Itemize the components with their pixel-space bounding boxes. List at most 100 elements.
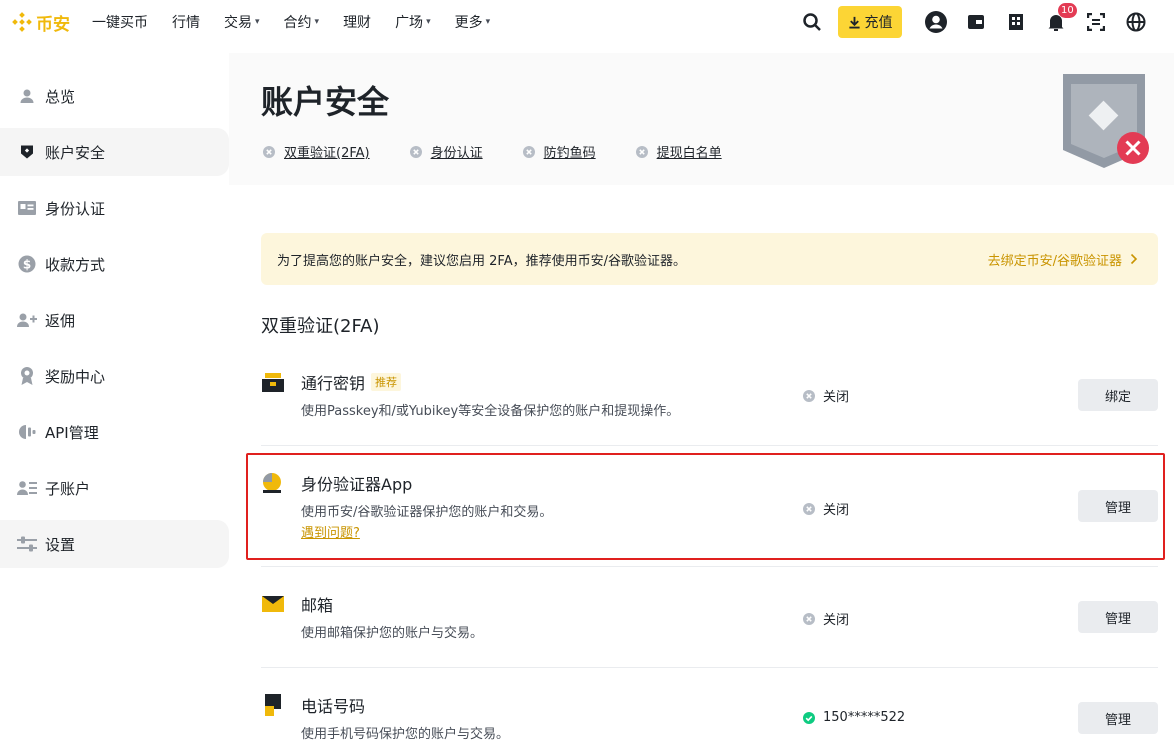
sidebar-item-referral[interactable]: 返佣 <box>0 296 229 344</box>
add-user-icon <box>17 310 37 330</box>
security-header: 账户安全 双重验证(2FA) 身份认证 防钓鱼码 提现白名单 <box>229 53 1174 185</box>
profile-button[interactable] <box>916 6 956 38</box>
sidebar-item-label: 账户安全 <box>45 143 106 162</box>
nav-markets[interactable]: 行情 <box>172 12 200 32</box>
chevron-down-icon: ▾ <box>426 17 431 27</box>
x-circle-icon <box>522 145 535 158</box>
row-title: 邮箱 <box>301 592 333 616</box>
bind-authenticator-link[interactable]: 去绑定币安/谷歌验证器 <box>988 250 1138 269</box>
globe-icon <box>1126 12 1146 32</box>
manage-phone-button[interactable]: 管理 <box>1078 702 1158 734</box>
nav-earn[interactable]: 理财 <box>343 12 371 32</box>
sidebar-item-subaccount[interactable]: 子账户 <box>0 464 229 512</box>
nav-label: 更多 <box>454 15 483 31</box>
chevron-down-icon: ▾ <box>485 17 491 27</box>
divider <box>261 445 1158 446</box>
chevron-down-icon: ▾ <box>314 17 320 27</box>
status-text: 150*****522 <box>823 710 906 725</box>
orders-icon <box>1009 14 1023 30</box>
passkey-icon <box>262 373 284 392</box>
sidebar-item-label: 设置 <box>45 535 76 554</box>
id-card-icon <box>17 198 37 218</box>
sidebar-item-api[interactable]: API管理 <box>0 408 229 456</box>
row-description: 使用Passkey和/或Yubikey等安全设备保护您的账户和提现操作。 <box>301 404 680 419</box>
alert-message: 为了提高您的账户安全，建议您启用 2FA，推荐使用币安/谷歌验证器。 <box>277 253 686 269</box>
nav-label: 广场 <box>395 15 424 31</box>
x-circle-icon <box>635 145 648 158</box>
check-2fa[interactable]: 双重验证(2FA) <box>263 142 370 161</box>
row-status: 关闭 <box>803 609 849 628</box>
bind-passkey-button[interactable]: 绑定 <box>1078 379 1158 411</box>
wallet-icon <box>968 15 984 29</box>
check-label: 防钓鱼码 <box>543 146 596 161</box>
deposit-button[interactable]: 充值 <box>838 6 902 38</box>
nav-buy-crypto[interactable]: 一键买币 <box>92 12 148 32</box>
download-icon <box>848 16 860 29</box>
svg-text:$: $ <box>23 258 31 272</box>
sidebar-item-payment[interactable]: $ 收款方式 <box>0 240 229 288</box>
divider <box>261 667 1158 668</box>
nav-trade[interactable]: 交易 ▾ <box>224 12 260 32</box>
notification-badge: 10 <box>1058 3 1077 18</box>
sidebar-item-identity[interactable]: 身份认证 <box>0 184 229 232</box>
nav-label: 一键买币 <box>92 15 148 31</box>
manage-email-button[interactable]: 管理 <box>1078 601 1158 633</box>
row-title-text: 通行密钥 <box>301 374 366 393</box>
api-icon <box>17 422 37 442</box>
sidebar-item-rewards[interactable]: 奖励中心 <box>0 352 229 400</box>
sliders-icon <box>17 534 37 554</box>
user-circle-icon <box>925 11 947 33</box>
language-button[interactable] <box>1116 6 1156 38</box>
download-app-button[interactable] <box>1076 6 1116 38</box>
row-passkey: 通行密钥 推荐 使用Passkey和/或Yubikey等安全设备保护您的账户和提… <box>261 370 1158 430</box>
logo-text: 币安 <box>36 14 70 35</box>
top-right-actions: 充值 10 <box>792 3 1156 38</box>
security-status-shield-icon <box>1063 74 1149 168</box>
row-email: 邮箱 使用邮箱保护您的账户与交易。 关闭 管理 <box>261 592 1158 642</box>
medal-icon <box>17 366 37 386</box>
x-circle-icon <box>803 612 815 625</box>
chevron-down-icon: ▾ <box>255 17 260 27</box>
row-title: 电话号码 <box>301 693 365 717</box>
search-icon <box>803 13 821 31</box>
sidebar-item-settings[interactable]: 设置 <box>0 520 229 568</box>
check-label: 身份认证 <box>430 146 483 161</box>
nav-futures[interactable]: 合约 ▾ <box>284 12 320 32</box>
check-label: 双重验证(2FA) <box>284 146 370 161</box>
nav-square[interactable]: 广场 ▾ <box>395 12 431 32</box>
recommended-badge: 推荐 <box>371 373 402 391</box>
top-navbar: 币安 一键买币 行情 交易 ▾ 合约 ▾ 理财 广场 ▾ 更多 ▾ 充值 10 <box>0 0 1174 44</box>
binance-logo[interactable]: 币安 <box>12 10 70 35</box>
check-anti-phishing[interactable]: 防钓鱼码 <box>522 142 596 161</box>
wallet-button[interactable] <box>956 6 996 38</box>
row-status: 关闭 <box>803 386 849 405</box>
divider <box>261 566 1158 567</box>
nav-label: 合约 <box>283 15 312 31</box>
row-title: 通行密钥 推荐 <box>301 370 402 394</box>
check-label: 提现白名单 <box>656 146 722 161</box>
binance-logo-icon <box>12 12 32 32</box>
check-identity[interactable]: 身份认证 <box>409 142 483 161</box>
highlight-box <box>246 453 1165 560</box>
user-icon <box>17 86 37 106</box>
alert-link-label: 去绑定币安/谷歌验证器 <box>987 253 1122 269</box>
deposit-label: 充值 <box>864 15 893 31</box>
nav-label: 交易 <box>224 15 252 31</box>
sidebar-item-label: 返佣 <box>45 311 76 330</box>
nav-more[interactable]: 更多 ▾ <box>455 12 491 32</box>
x-circle-icon <box>263 145 275 158</box>
sidebar-item-label: 总览 <box>45 87 76 106</box>
x-circle-icon <box>409 145 422 158</box>
status-text: 关闭 <box>823 390 850 405</box>
email-icon <box>262 596 284 612</box>
sidebar-item-label: 子账户 <box>45 479 91 498</box>
row-description: 使用手机号码保护您的账户与交易。 <box>301 727 510 742</box>
sidebar-item-label: 奖励中心 <box>45 367 106 386</box>
notifications-button[interactable]: 10 <box>1036 3 1077 38</box>
search-button[interactable] <box>792 6 832 38</box>
sidebar-item-overview[interactable]: 总览 <box>0 72 229 120</box>
sidebar-item-security[interactable]: 账户安全 <box>0 128 229 176</box>
sidebar-item-label: 收款方式 <box>45 255 106 274</box>
orders-button[interactable] <box>996 6 1036 38</box>
check-withdraw-whitelist[interactable]: 提现白名单 <box>635 142 722 161</box>
